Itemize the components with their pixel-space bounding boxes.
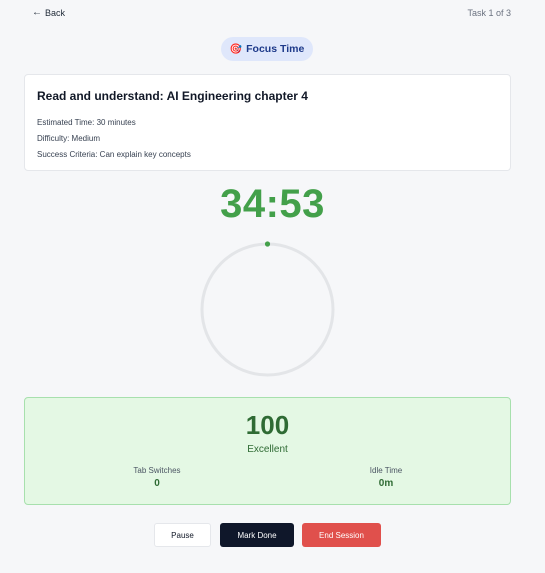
task-progress: Task 1 of 3 xyxy=(467,8,511,18)
task-success-criteria: Success Criteria: Can explain key concep… xyxy=(37,150,191,159)
idle-time-value: 0m xyxy=(378,478,394,489)
task-card: Read and understand: AI Engineering chap… xyxy=(24,74,511,171)
tab-switches-value: 0 xyxy=(154,478,160,489)
focus-score-card: 100 Excellent Tab Switches 0 Idle Time 0… xyxy=(24,397,511,505)
back-label: Back xyxy=(45,8,66,18)
idle-time-stat: Idle Time 0m xyxy=(326,466,446,489)
tab-switches-label: Tab Switches xyxy=(133,466,181,475)
tab-switches-stat: Tab Switches 0 xyxy=(97,466,217,489)
idle-time-label: Idle Time xyxy=(369,466,403,475)
timer-progress-ring xyxy=(200,241,335,377)
arrow-left-icon: ← xyxy=(32,7,42,18)
timer-ring-marker xyxy=(264,241,271,247)
mode-label: Focus Time xyxy=(246,43,305,55)
task-estimated-time: Estimated Time: 30 minutes xyxy=(37,118,136,127)
task-difficulty: Difficulty: Medium xyxy=(37,134,100,143)
focus-score-value: 100 xyxy=(245,410,290,440)
end-session-button[interactable]: End Session xyxy=(302,523,381,547)
countdown-timer: 34:53 xyxy=(220,182,325,226)
back-link[interactable]: ← Back xyxy=(32,7,66,19)
task-title: Read and understand: AI Engineering chap… xyxy=(37,89,308,103)
timer-ring-track xyxy=(200,242,335,377)
mode-badge: 🎯 Focus Time xyxy=(221,37,313,61)
focus-score-label: Excellent xyxy=(247,444,288,455)
pause-button[interactable]: Pause xyxy=(154,523,211,547)
mark-done-button[interactable]: Mark Done xyxy=(220,523,294,547)
top-bar: ← Back Task 1 of 3 xyxy=(0,0,545,28)
target-dart-icon: 🎯 xyxy=(229,43,243,55)
